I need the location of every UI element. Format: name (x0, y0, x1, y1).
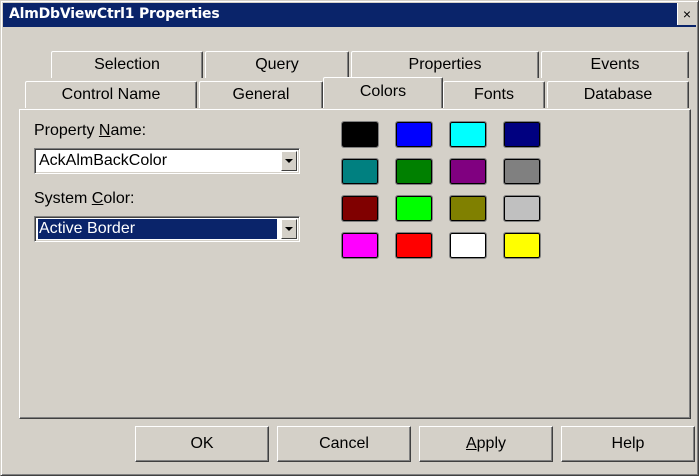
system-color-combo[interactable]: Active Border (34, 216, 300, 242)
tab-events[interactable]: Events (541, 51, 689, 78)
tab-database[interactable]: Database (547, 81, 689, 108)
color-swatch[interactable] (395, 121, 433, 148)
color-swatch[interactable] (341, 158, 379, 185)
color-swatch[interactable] (341, 195, 379, 222)
dialog-title: AlmDbViewCtrl1 Properties (9, 6, 220, 22)
color-swatch[interactable] (449, 195, 487, 222)
help-button[interactable]: Help (561, 426, 695, 462)
color-swatch[interactable] (503, 195, 541, 222)
system-color-value: Active Border (38, 219, 277, 239)
chevron-down-icon[interactable] (281, 219, 297, 239)
system-color-label: System Color: (34, 190, 135, 207)
tab-query[interactable]: Query (205, 51, 349, 78)
property-name-label: Property Name: (34, 122, 147, 139)
tab-general[interactable]: General (199, 81, 323, 108)
apply-button[interactable]: Apply (419, 426, 553, 462)
color-swatch[interactable] (449, 158, 487, 185)
tab-selection[interactable]: Selection (51, 51, 203, 78)
color-swatch[interactable] (449, 121, 487, 148)
property-name-combo[interactable]: AckAlmBackColor (34, 148, 300, 174)
tab-control-name[interactable]: Control Name (25, 81, 197, 108)
close-icon[interactable]: × (677, 3, 696, 25)
color-swatch[interactable] (395, 195, 433, 222)
properties-dialog: AlmDbViewCtrl1 Properties × Selection Qu… (0, 0, 699, 476)
tab-properties[interactable]: Properties (351, 51, 539, 78)
color-swatch[interactable] (395, 158, 433, 185)
cancel-button[interactable]: Cancel (277, 426, 411, 462)
color-swatch[interactable] (341, 121, 379, 148)
colors-tab-panel: Property Name: AckAlmBackColor System Co… (19, 109, 691, 419)
color-swatch[interactable] (503, 232, 541, 259)
title-bar[interactable]: AlmDbViewCtrl1 Properties × (3, 3, 696, 27)
tab-fonts[interactable]: Fonts (443, 81, 545, 108)
color-swatch[interactable] (503, 158, 541, 185)
ok-button[interactable]: OK (135, 426, 269, 462)
chevron-down-icon[interactable] (281, 151, 297, 171)
tab-colors[interactable]: Colors (323, 77, 443, 108)
color-swatch[interactable] (449, 232, 487, 259)
color-swatch[interactable] (395, 232, 433, 259)
property-name-value: AckAlmBackColor (39, 152, 168, 169)
color-swatch[interactable] (341, 232, 379, 259)
color-swatch[interactable] (503, 121, 541, 148)
